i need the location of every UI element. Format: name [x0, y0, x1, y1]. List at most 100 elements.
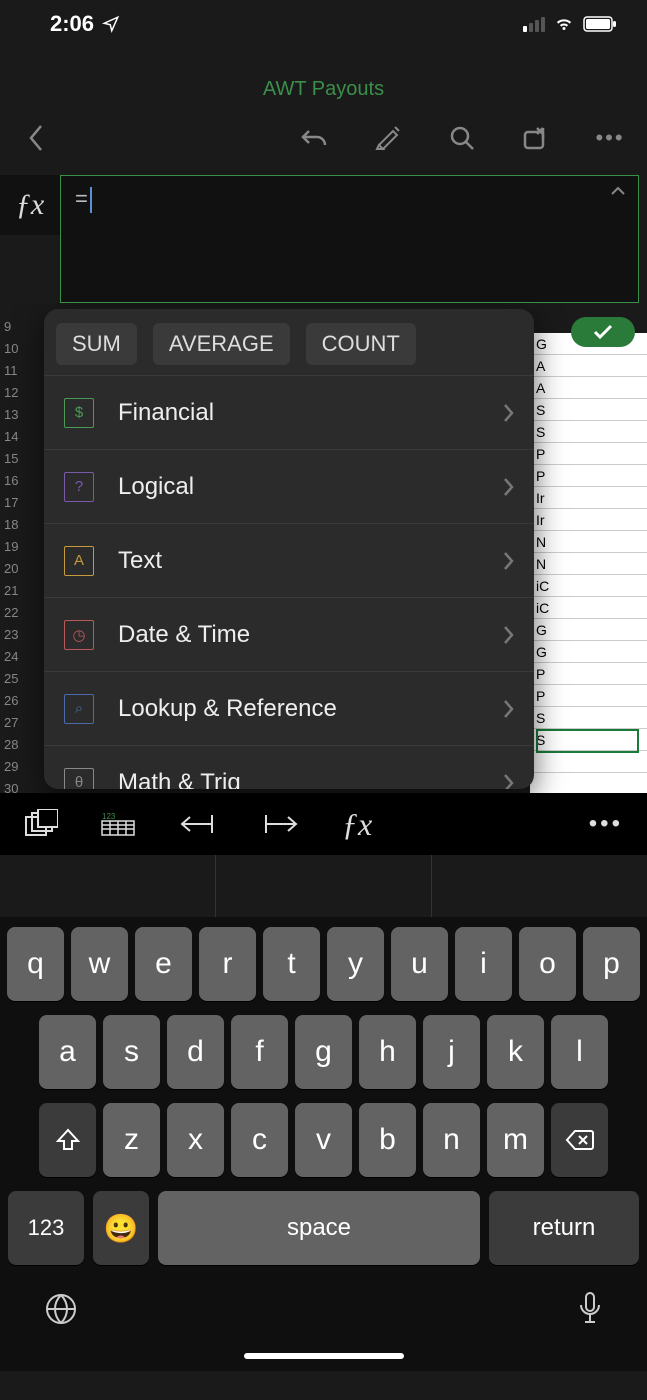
- search-button[interactable]: [445, 121, 479, 155]
- cell[interactable]: A: [530, 355, 647, 377]
- key-p[interactable]: p: [583, 927, 640, 1001]
- row-header[interactable]: 26: [0, 693, 34, 715]
- key-l[interactable]: l: [551, 1015, 608, 1089]
- row-header[interactable]: 27: [0, 715, 34, 737]
- row-header[interactable]: 29: [0, 759, 34, 781]
- quick-fn-sum[interactable]: SUM: [56, 323, 137, 365]
- key-r[interactable]: r: [199, 927, 256, 1001]
- indent-icon[interactable]: [260, 813, 300, 835]
- row-header[interactable]: 21: [0, 583, 34, 605]
- category-row-financial[interactable]: $ Financial: [44, 375, 534, 449]
- category-row-text[interactable]: A Text: [44, 523, 534, 597]
- sheet-column[interactable]: GAASSPPIrIrNNiCiCGGPPSS: [530, 333, 647, 793]
- space-key[interactable]: space: [158, 1191, 480, 1265]
- key-y[interactable]: y: [327, 927, 384, 1001]
- row-header[interactable]: 19: [0, 539, 34, 561]
- row-header[interactable]: 24: [0, 649, 34, 671]
- cell[interactable]: iC: [530, 575, 647, 597]
- cell[interactable]: N: [530, 553, 647, 575]
- return-key[interactable]: return: [489, 1191, 639, 1265]
- row-header[interactable]: 14: [0, 429, 34, 451]
- quick-fn-count[interactable]: COUNT: [306, 323, 416, 365]
- key-q[interactable]: q: [7, 927, 64, 1001]
- key-f[interactable]: f: [231, 1015, 288, 1089]
- key-c[interactable]: c: [231, 1103, 288, 1177]
- row-header[interactable]: 20: [0, 561, 34, 583]
- cell[interactable]: G: [530, 619, 647, 641]
- cell[interactable]: iC: [530, 597, 647, 619]
- row-header[interactable]: 25: [0, 671, 34, 693]
- globe-key[interactable]: [44, 1292, 78, 1326]
- key-z[interactable]: z: [103, 1103, 160, 1177]
- dictation-key[interactable]: [577, 1291, 603, 1327]
- key-h[interactable]: h: [359, 1015, 416, 1089]
- key-s[interactable]: s: [103, 1015, 160, 1089]
- row-header[interactable]: 22: [0, 605, 34, 627]
- draw-button[interactable]: [371, 121, 405, 155]
- row-header[interactable]: 10: [0, 341, 34, 363]
- predictive-slot-3[interactable]: [432, 855, 647, 917]
- row-header[interactable]: 18: [0, 517, 34, 539]
- category-row-date-time[interactable]: ◷ Date & Time: [44, 597, 534, 671]
- formula-input[interactable]: =: [60, 175, 639, 303]
- category-row-lookup-reference[interactable]: ⌕ Lookup & Reference: [44, 671, 534, 745]
- category-row-math-trig[interactable]: θ Math & Trig: [44, 745, 534, 789]
- key-i[interactable]: i: [455, 927, 512, 1001]
- row-header[interactable]: 17: [0, 495, 34, 517]
- backspace-key[interactable]: [551, 1103, 608, 1177]
- key-v[interactable]: v: [295, 1103, 352, 1177]
- numeric-keyboard-icon[interactable]: 123: [100, 811, 136, 837]
- row-header[interactable]: 30: [0, 781, 34, 793]
- confirm-formula-button[interactable]: [571, 317, 635, 347]
- row-header[interactable]: 13: [0, 407, 34, 429]
- row-header[interactable]: 16: [0, 473, 34, 495]
- key-u[interactable]: u: [391, 927, 448, 1001]
- row-header[interactable]: 23: [0, 627, 34, 649]
- more-button[interactable]: •••: [593, 121, 627, 155]
- shift-key[interactable]: [39, 1103, 96, 1177]
- key-t[interactable]: t: [263, 927, 320, 1001]
- numbers-key[interactable]: 123: [8, 1191, 84, 1265]
- share-button[interactable]: [519, 121, 553, 155]
- collapse-formula-icon[interactable]: [610, 186, 626, 196]
- cell[interactable]: P: [530, 465, 647, 487]
- category-row-logical[interactable]: ? Logical: [44, 449, 534, 523]
- quick-fn-average[interactable]: AVERAGE: [153, 323, 290, 365]
- key-b[interactable]: b: [359, 1103, 416, 1177]
- sheets-icon[interactable]: [24, 809, 58, 839]
- key-e[interactable]: e: [135, 927, 192, 1001]
- key-a[interactable]: a: [39, 1015, 96, 1089]
- key-k[interactable]: k: [487, 1015, 544, 1089]
- cell[interactable]: P: [530, 663, 647, 685]
- row-header[interactable]: 9: [0, 319, 34, 341]
- cell[interactable]: Ir: [530, 509, 647, 531]
- row-header[interactable]: 15: [0, 451, 34, 473]
- document-title[interactable]: AWT Payouts: [0, 48, 647, 115]
- cell[interactable]: S: [530, 399, 647, 421]
- key-x[interactable]: x: [167, 1103, 224, 1177]
- key-m[interactable]: m: [487, 1103, 544, 1177]
- emoji-key[interactable]: 😀: [93, 1191, 149, 1265]
- key-n[interactable]: n: [423, 1103, 480, 1177]
- cell[interactable]: P: [530, 685, 647, 707]
- cell[interactable]: Ir: [530, 487, 647, 509]
- cell[interactable]: P: [530, 443, 647, 465]
- row-header[interactable]: 11: [0, 363, 34, 385]
- outdent-icon[interactable]: [178, 813, 218, 835]
- key-g[interactable]: g: [295, 1015, 352, 1089]
- cell[interactable]: S: [530, 707, 647, 729]
- key-o[interactable]: o: [519, 927, 576, 1001]
- cell[interactable]: A: [530, 377, 647, 399]
- cell[interactable]: S: [530, 421, 647, 443]
- predictive-slot-1[interactable]: [0, 855, 216, 917]
- more-accessory-button[interactable]: •••: [589, 810, 623, 838]
- back-button[interactable]: [20, 121, 54, 155]
- undo-button[interactable]: [297, 121, 331, 155]
- row-header[interactable]: 12: [0, 385, 34, 407]
- fx-functions-icon[interactable]: ƒx: [342, 806, 372, 843]
- key-d[interactable]: d: [167, 1015, 224, 1089]
- key-w[interactable]: w: [71, 927, 128, 1001]
- cell[interactable]: N: [530, 531, 647, 553]
- key-j[interactable]: j: [423, 1015, 480, 1089]
- cell[interactable]: G: [530, 641, 647, 663]
